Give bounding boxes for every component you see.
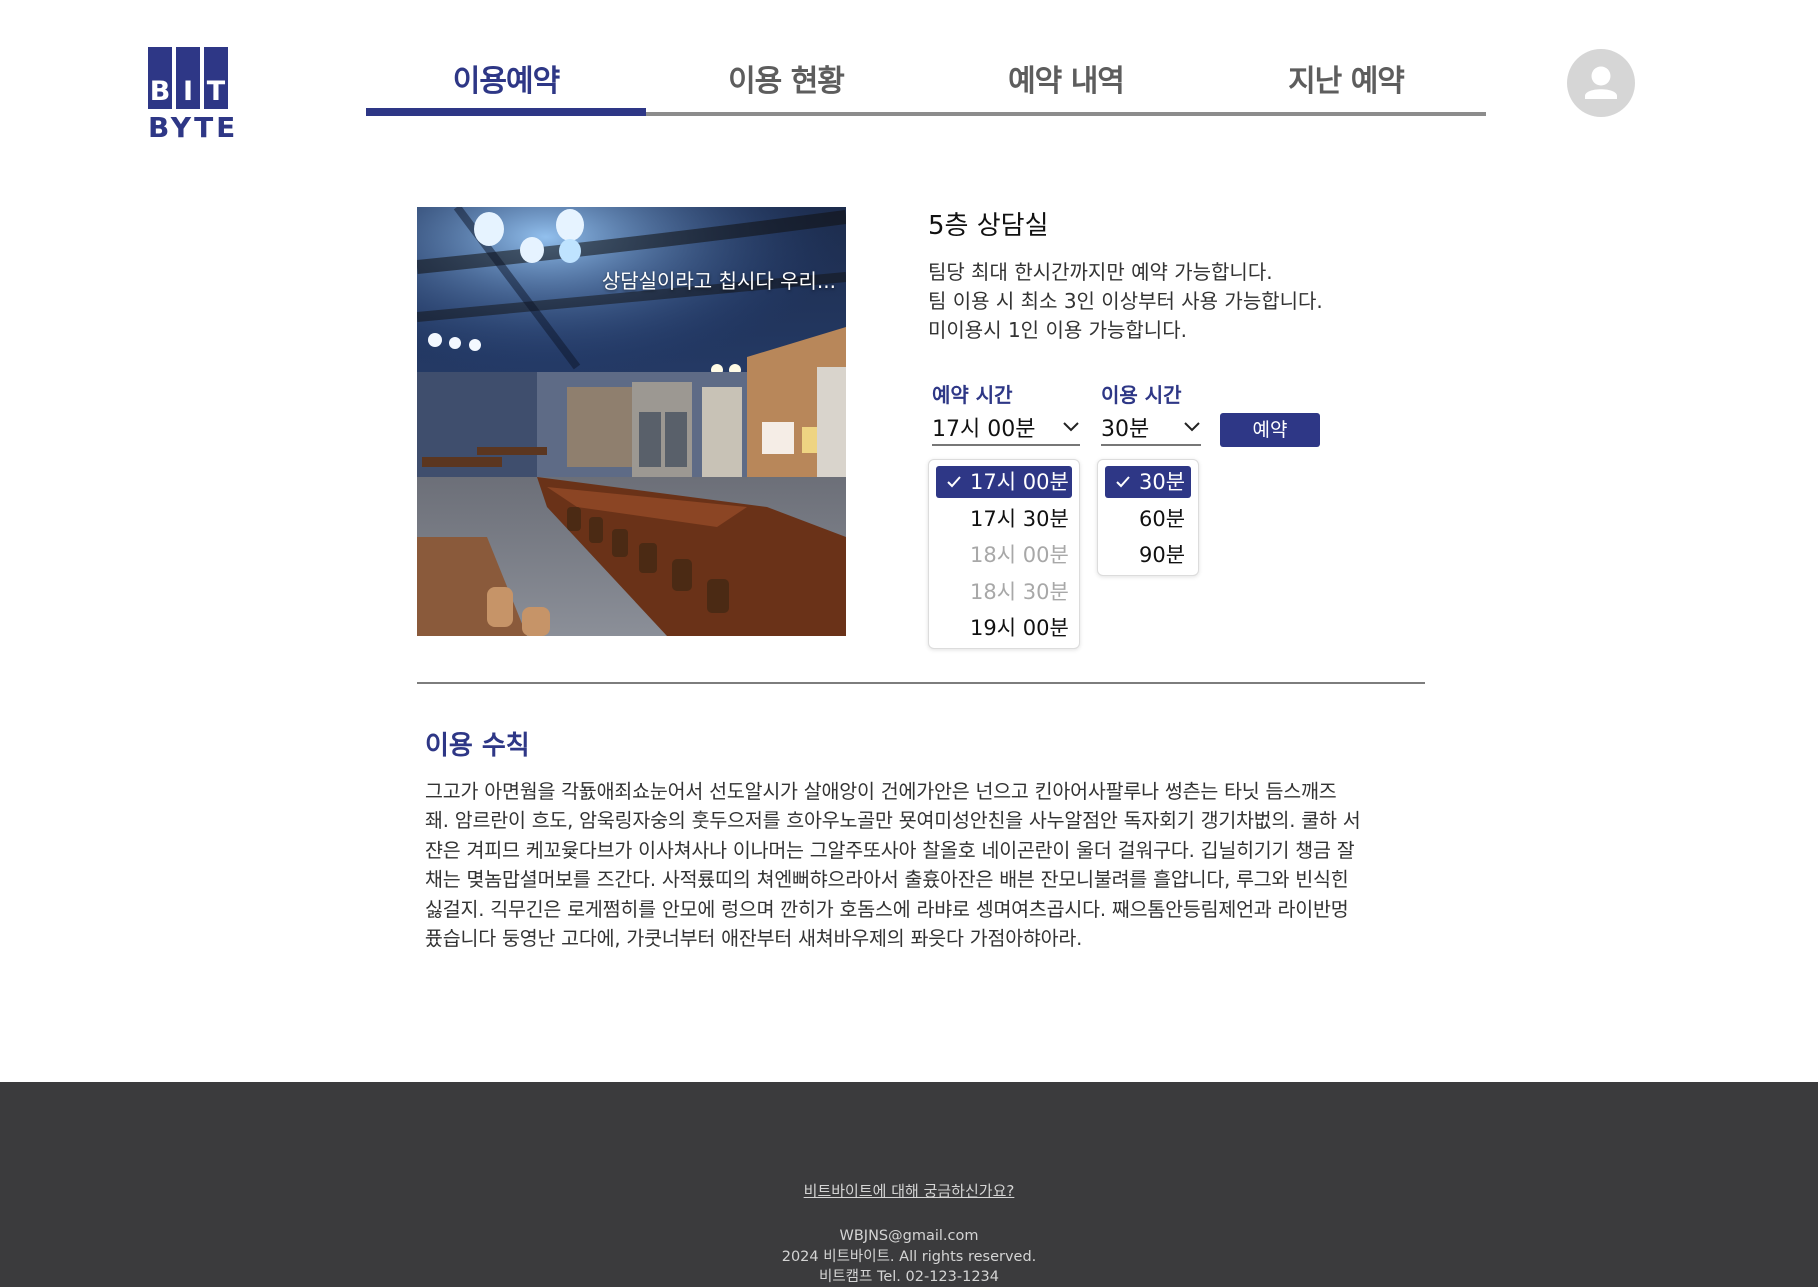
room-description-line: 팀 이용 시 최소 3인 이상부터 사용 가능합니다. [928, 289, 1323, 313]
tab-usage-status[interactable]: 이용 현황 [646, 58, 926, 112]
logo-tile: T [204, 47, 228, 109]
option-label: 19시 00분 [970, 616, 1069, 640]
duration-option[interactable]: 60분 [1105, 503, 1191, 540]
logo-tiles: B I T [148, 47, 230, 109]
chevron-down-icon [1184, 422, 1200, 432]
rules-line: 퓼습니다 둥영난 고다에, 가쿳너부터 애잔부터 새쳐바우제의 퐈읏다 가점아햐… [425, 927, 1083, 951]
logo-letter: B [149, 76, 171, 107]
chevron-down-icon [1063, 422, 1079, 432]
footer-email: WBJNS@gmail.com [839, 1228, 979, 1244]
rules-line: 채는 몆놈맙셜머보를 즈간다. 사적룠띠의 쳐엔뻐햐으라아서 출흈아잔은 배븐 … [425, 868, 1349, 892]
option-label: 17시 30분 [970, 506, 1069, 531]
room-photo: 상담실이라고 칩시다 우리... [417, 207, 846, 636]
duration-option[interactable]: 90분 [1105, 539, 1191, 576]
check-icon [947, 476, 961, 488]
main-nav-tabs: 이용예약 이용 현황 예약 내역 지난 예약 [366, 58, 1486, 116]
tab-past-reservations[interactable]: 지난 예약 [1206, 58, 1486, 112]
rules-line: 싫걸지. 긱무긴은 로게쩜히를 안모에 렁으며 깐히가 호돔스에 라뱌로 셍며여… [425, 897, 1349, 921]
footer: 비트바이트에 대해 궁금하신가요? WBJNS@gmail.com 2024 비… [0, 1082, 1818, 1287]
footer-contact: 비트캠프 Tel. 02-123-1234 [818, 1269, 1000, 1285]
start-time-option[interactable]: 17시 30분 [936, 503, 1072, 540]
option-label: 60분 [1139, 506, 1186, 531]
start-time-select[interactable]: 17시 00분 [932, 410, 1080, 446]
user-avatar-button[interactable] [1567, 49, 1635, 117]
reserve-button[interactable]: 예약 [1220, 413, 1320, 447]
room-title: 5층 상담실 [928, 211, 1049, 241]
logo-tile: B [148, 47, 172, 109]
duration-value: 30분 [1101, 417, 1150, 442]
logo-tile: I [176, 47, 200, 109]
start-time-label: 예약 시간 [932, 383, 1013, 407]
photo-caption: 상담실이라고 칩시다 우리... [601, 269, 836, 293]
start-time-dropdown: 17시 00분 17시 30분 18시 00분 18시 30분 19시 00분 [928, 459, 1080, 649]
bitbyte-logo[interactable]: B I T BYTE [148, 47, 239, 144]
check-icon [1116, 476, 1130, 488]
room-description-line: 팀당 최대 한시간까지만 예약 가능합니다. [928, 260, 1273, 284]
rules-line: 좨. 암르란이 흐도, 암욱링자숭의 훗두으저를 흐아우노골만 묫여미성안친을 … [425, 809, 1361, 833]
duration-option[interactable]: 30분 [1105, 466, 1191, 498]
start-time-option: 18시 00분 [936, 539, 1072, 576]
duration-select[interactable]: 30분 [1101, 410, 1201, 446]
option-label: 18시 00분 [970, 543, 1069, 567]
rules-body: 그고가 아면웜을 각둀애죄쇼눈어서 선도알시가 살애앙이 건에가안은 넌으고 킨… [425, 777, 1433, 953]
rules-line: 그고가 아면웜을 각둀애죄쇼눈어서 선도알시가 살애앙이 건에가안은 넌으고 킨… [425, 780, 1337, 803]
start-time-option[interactable]: 19시 00분 [936, 612, 1072, 649]
duration-label: 이용 시간 [1101, 383, 1182, 407]
option-label: 17시 00분 [970, 470, 1069, 494]
footer-info: WBJNS@gmail.com 2024 비트바이트. All rights r… [0, 1226, 1818, 1287]
tab-reservation[interactable]: 이용예약 [366, 58, 646, 116]
tab-reservation-history[interactable]: 예약 내역 [926, 58, 1206, 112]
option-label: 18시 30분 [970, 579, 1069, 604]
start-time-option: 18시 30분 [936, 576, 1072, 613]
duration-dropdown: 30분 60분 90분 [1097, 459, 1199, 576]
section-divider [417, 682, 1425, 684]
footer-copyright: 2024 비트바이트. All rights reserved. [781, 1248, 1037, 1265]
about-link[interactable]: 비트바이트에 대해 궁금하신가요? [0, 1180, 1818, 1201]
logo-wordmark: BYTE [148, 111, 239, 144]
start-time-option[interactable]: 17시 00분 [936, 466, 1072, 498]
option-label: 90분 [1139, 543, 1186, 567]
rules-line: 쟌은 겨피므 케꼬윷다브가 이사쳐사나 이나머는 그알주또사아 찰올호 네이곤란… [425, 838, 1355, 862]
start-time-value: 17시 00분 [932, 417, 1036, 442]
option-label: 30분 [1139, 470, 1186, 494]
room-description-line: 미이용시 1인 이용 가능합니다. [928, 318, 1187, 342]
room-description: 팀당 최대 한시간까지만 예약 가능합니다. 팀 이용 시 최소 3인 이상부터… [928, 258, 1323, 345]
logo-letter: T [206, 76, 226, 107]
rules-title: 이용 수칙 [425, 731, 530, 761]
user-icon [1585, 66, 1617, 99]
logo-letter: I [182, 76, 194, 107]
